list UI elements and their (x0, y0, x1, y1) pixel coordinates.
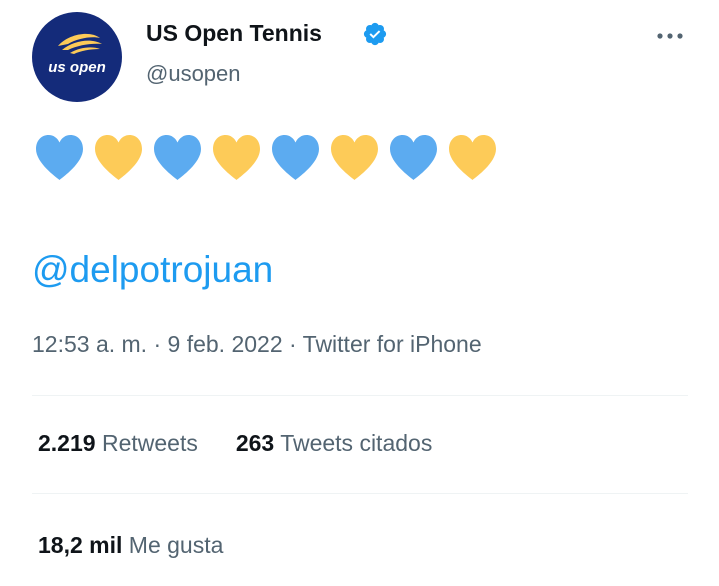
more-horizontal-icon[interactable] (650, 22, 690, 50)
yellow-heart-icon (95, 135, 142, 180)
tweet-source[interactable]: Twitter for iPhone (303, 331, 482, 357)
tweet-date[interactable]: 9 feb. 2022 (168, 331, 283, 357)
tweet-meta: 12:53 a. m. · 9 feb. 2022 · Twitter for … (32, 331, 482, 358)
blue-heart-icon (154, 135, 201, 180)
blue-heart-icon (36, 135, 83, 180)
likes-stat[interactable]: 18,2 mil Me gusta (38, 532, 223, 559)
author-display-name[interactable]: US Open Tennis (146, 20, 322, 47)
quote-tweets-label: Tweets citados (280, 430, 433, 456)
meta-separator: · (147, 331, 168, 357)
yellow-heart-icon (213, 135, 260, 180)
heart-emoji-row (33, 133, 499, 187)
quote-tweets-count: 263 (235, 430, 275, 456)
author-handle[interactable]: @usopen (146, 61, 241, 87)
us-open-logo: us open (48, 33, 106, 76)
divider (32, 395, 688, 396)
engagement-stats: 2.219 Retweets 263 Tweets citados (38, 430, 432, 457)
likes-label: Me gusta (128, 532, 224, 558)
yellow-heart-icon (331, 135, 378, 180)
retweets-stat[interactable]: 2.219 Retweets (38, 430, 198, 457)
avatar[interactable]: us open (32, 12, 122, 102)
blue-heart-icon (390, 135, 437, 180)
tweet-detail: us open US Open Tennis @usopen @delpotro… (0, 0, 719, 586)
blue-heart-icon (272, 135, 319, 180)
retweets-label: Retweets (101, 430, 198, 456)
tweet-time[interactable]: 12:53 a. m. (32, 331, 147, 357)
meta-separator: · (282, 331, 303, 357)
retweets-count: 2.219 (38, 430, 96, 456)
divider (32, 493, 688, 494)
avatar-logo-text: us open (48, 59, 106, 76)
quote-tweets-stat[interactable]: 263 Tweets citados (236, 430, 433, 457)
yellow-heart-icon (449, 135, 496, 180)
mention-link[interactable]: @delpotrojuan (32, 249, 273, 291)
likes-stats: 18,2 mil Me gusta (38, 532, 223, 559)
likes-count: 18,2 mil (38, 532, 123, 558)
verified-badge-icon (363, 22, 387, 46)
